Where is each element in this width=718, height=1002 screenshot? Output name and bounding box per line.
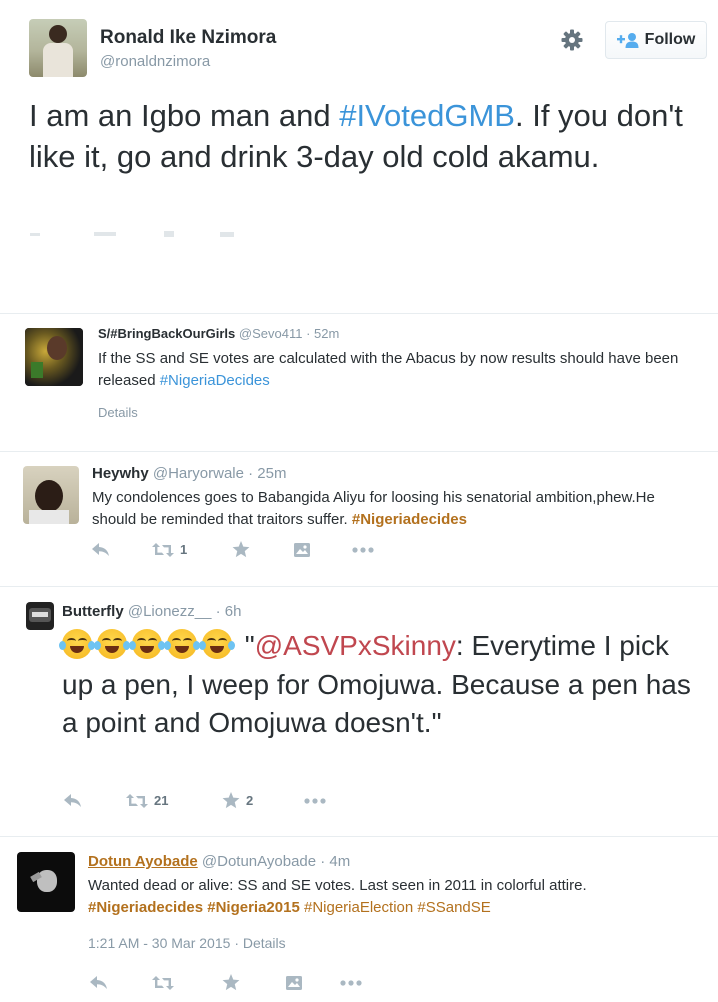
add-user-icon <box>616 32 639 48</box>
author-handle[interactable]: @Haryorwale <box>153 465 244 482</box>
favorite-star-icon <box>222 792 240 809</box>
follow-button[interactable]: Follow <box>605 21 707 59</box>
avatar[interactable] <box>29 19 87 77</box>
timestamp[interactable]: · 6h <box>216 603 242 620</box>
retweet-count: 1 <box>180 542 188 557</box>
avatar[interactable] <box>26 602 54 630</box>
tweet-actions: 1 <box>92 541 374 558</box>
timestamp[interactable]: · 4m <box>320 853 350 870</box>
divider <box>0 313 718 314</box>
retweet-button[interactable]: 21 <box>126 793 222 808</box>
timestamp[interactable]: · 25m <box>248 465 286 482</box>
retweet-icon <box>152 542 174 557</box>
hashtag-link[interactable]: #Nigeriadecides <box>88 899 203 916</box>
reply-icon[interactable] <box>90 975 152 990</box>
gear-icon[interactable] <box>560 28 584 52</box>
reply-icon[interactable] <box>92 542 152 557</box>
avatar[interactable] <box>25 328 83 386</box>
follow-label: Follow <box>644 31 696 48</box>
details-link[interactable]: Details <box>98 405 138 420</box>
hashtag-link[interactable]: #IVotedGMB <box>339 98 515 133</box>
divider <box>0 586 718 587</box>
tweet-text: Wanted dead or alive: SS and SE votes. L… <box>88 877 587 916</box>
joy-emoji-icon <box>129 629 165 659</box>
avatar[interactable] <box>23 466 79 524</box>
author-handle[interactable]: @Lionezz__ <box>128 603 212 620</box>
reply-icon[interactable] <box>64 793 126 808</box>
joy-emoji-icon <box>59 629 95 659</box>
avatar[interactable] <box>17 852 75 912</box>
tweet-actions <box>90 974 362 991</box>
favorite-star-icon[interactable] <box>232 541 294 558</box>
author-name[interactable]: S/#BringBackOurGirls <box>98 326 235 341</box>
card-icon[interactable] <box>286 975 340 990</box>
tweet-text: My condolences goes to Babangida Aliyu f… <box>92 489 655 528</box>
more-icon[interactable] <box>352 546 374 553</box>
joy-emoji-icon <box>199 629 235 659</box>
tweet-timestamp[interactable]: 1:21 AM - 30 Mar 2015 <box>88 935 230 951</box>
divider <box>0 836 718 837</box>
favorite-button[interactable]: 2 <box>222 792 304 809</box>
tweet-text: I am an Igbo man and #IVotedGMB. If you … <box>29 98 683 174</box>
faded-actions <box>30 230 240 238</box>
hashtag-link[interactable]: #SSandSE <box>417 899 490 916</box>
mention-link[interactable]: @ASVPxSkinny <box>255 630 456 661</box>
favorite-star-icon[interactable] <box>222 974 286 991</box>
hashtag-link[interactable]: #NigeriaDecides <box>160 372 270 389</box>
author-name[interactable]: Butterfly <box>62 603 124 620</box>
author-handle[interactable]: @DotunAyobade <box>202 853 316 870</box>
joy-emoji-icon <box>164 629 200 659</box>
more-icon[interactable] <box>304 797 326 804</box>
hashtag-link[interactable]: #Nigeria2015 <box>207 899 300 916</box>
tweet-text: "@ASVPxSkinny: Everytime I pick up a pen… <box>59 627 702 743</box>
joy-emoji-icon <box>94 629 130 659</box>
card-icon[interactable] <box>294 542 352 557</box>
author-name[interactable]: Ronald Ike Nzimora <box>100 27 276 49</box>
timestamp[interactable]: · 52m <box>306 326 339 341</box>
favorite-count: 2 <box>246 793 254 808</box>
author-handle[interactable]: @Sevo411 <box>239 326 303 341</box>
retweet-count: 21 <box>154 793 169 808</box>
more-icon[interactable] <box>340 979 362 986</box>
divider <box>0 451 718 452</box>
retweet-icon[interactable] <box>152 975 222 990</box>
author-name[interactable]: Heywhy <box>92 465 149 482</box>
author-handle[interactable]: @ronaldnzimora <box>100 53 210 70</box>
tweet-actions: 21 2 <box>64 792 326 809</box>
hashtag-link[interactable]: #NigeriaElection <box>304 899 413 916</box>
details-link[interactable]: · Details <box>234 935 285 951</box>
tweet-text: If the SS and SE votes are calculated wi… <box>98 350 679 389</box>
hashtag-link[interactable]: #Nigeriadecides <box>352 511 467 528</box>
retweet-icon <box>126 793 148 808</box>
retweet-button[interactable]: 1 <box>152 542 232 557</box>
author-name[interactable]: Dotun Ayobade <box>88 853 198 870</box>
